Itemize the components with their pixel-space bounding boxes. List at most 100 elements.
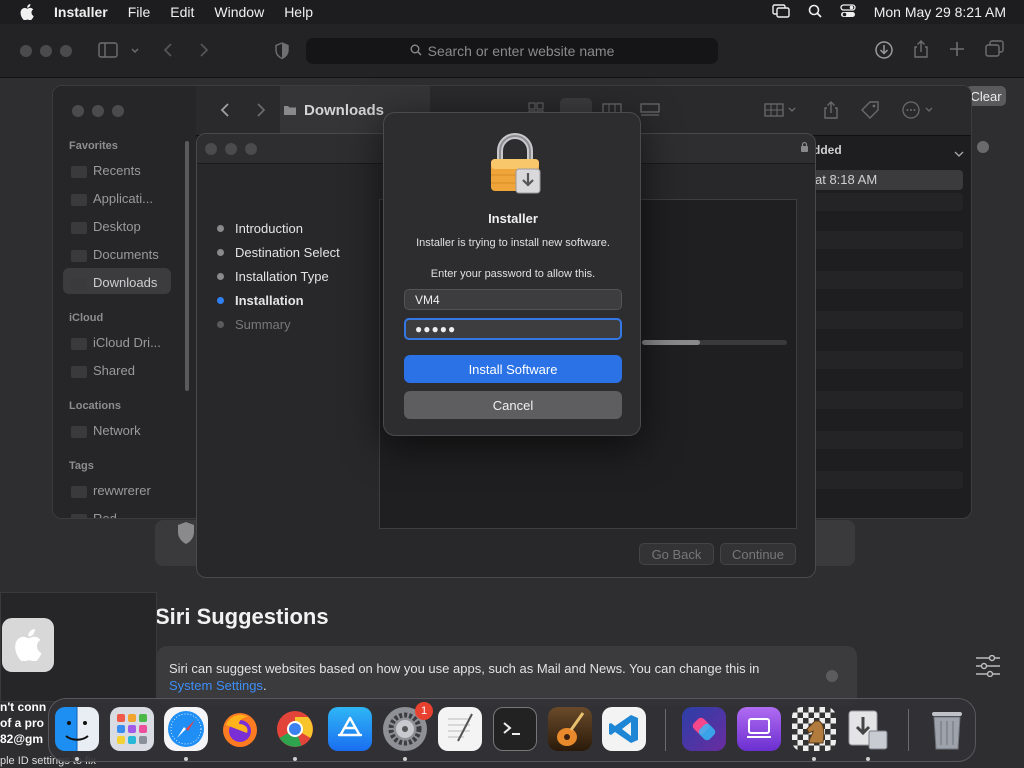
- apple-configurator-dock-icon[interactable]: [737, 707, 781, 751]
- system-settings-link[interactable]: System Settings: [169, 678, 263, 693]
- username-field[interactable]: VM4: [404, 289, 622, 310]
- step-indicator-active: [217, 297, 224, 304]
- new-tab-plus-icon[interactable]: [948, 40, 966, 61]
- date-added-column-header[interactable]: dded: [813, 143, 842, 157]
- auth-dialog-prompt: Enter your password to allow this.: [430, 268, 596, 280]
- install-software-button[interactable]: Install Software: [404, 355, 622, 383]
- menu-file[interactable]: File: [128, 4, 151, 20]
- terminal-dock-icon[interactable]: [493, 707, 537, 751]
- safari-minimize-button[interactable]: [40, 45, 52, 57]
- sidebar-item-shared[interactable]: Shared: [93, 363, 135, 378]
- file-row[interactable]: [805, 311, 963, 329]
- apple-menu-icon[interactable]: [20, 4, 34, 20]
- menu-help[interactable]: Help: [284, 4, 313, 20]
- share-icon[interactable]: [912, 39, 930, 62]
- cloud-icon: [71, 338, 87, 350]
- finder-share-icon[interactable]: [823, 100, 839, 123]
- sidebar-section-locations: Locations: [69, 400, 121, 412]
- menu-clock[interactable]: Mon May 29 8:21 AM: [874, 4, 1006, 20]
- finder-dock-icon[interactable]: [55, 707, 99, 751]
- step-installation: Installation: [235, 293, 304, 308]
- chess-dock-icon[interactable]: [792, 707, 836, 751]
- search-clear-icon[interactable]: [977, 141, 989, 153]
- customize-start-page-icon[interactable]: [975, 654, 1001, 678]
- gallery-view-icon[interactable]: [640, 103, 660, 120]
- installer-zoom-button[interactable]: [245, 143, 257, 155]
- clear-button[interactable]: Clear: [966, 86, 1006, 106]
- file-row[interactable]: [805, 471, 963, 489]
- step-indicator: [217, 321, 224, 328]
- tag-red-icon: [71, 514, 87, 518]
- launchpad-dock-icon[interactable]: [110, 707, 154, 751]
- sidebar-item-tag-red[interactable]: Red: [93, 511, 117, 518]
- sidebar-item-documents[interactable]: Documents: [93, 247, 159, 262]
- installer-minimize-button[interactable]: [225, 143, 237, 155]
- go-back-button[interactable]: Go Back: [639, 543, 714, 565]
- privacy-report-shield-icon: [176, 521, 196, 550]
- sidebar-item-network[interactable]: Network: [93, 423, 141, 438]
- auth-dialog-title: Installer: [488, 211, 538, 226]
- sidebar-scrollbar[interactable]: [185, 141, 189, 391]
- password-field[interactable]: ●●●●●: [404, 318, 622, 340]
- safari-zoom-button[interactable]: [60, 45, 72, 57]
- control-center-icon[interactable]: [840, 3, 856, 21]
- file-row[interactable]: [805, 271, 963, 289]
- finder-close-button[interactable]: [72, 105, 84, 117]
- textedit-dock-icon[interactable]: [438, 707, 482, 751]
- chrome-dock-icon[interactable]: [273, 707, 317, 751]
- step-indicator: [217, 273, 224, 280]
- trash-dock-icon[interactable]: [925, 707, 969, 751]
- safari-close-button[interactable]: [20, 45, 32, 57]
- privacy-shield-icon[interactable]: [274, 42, 290, 63]
- sidebar-item-tag-rewwrerer[interactable]: rewwrerer: [93, 483, 151, 498]
- sidebar-item-applications[interactable]: Applicati...: [93, 191, 153, 206]
- downloads-icon[interactable]: [874, 40, 894, 63]
- finder-minimize-button[interactable]: [92, 105, 104, 117]
- sidebar-item-icloud-drive[interactable]: iCloud Dri...: [93, 335, 161, 350]
- continue-button[interactable]: Continue: [720, 543, 796, 565]
- finder-zoom-button[interactable]: [112, 105, 124, 117]
- sidebar-item-desktop[interactable]: Desktop: [93, 219, 141, 234]
- more-actions-icon[interactable]: [902, 101, 936, 122]
- file-row-selected[interactable]: at 8:18 AM: [805, 170, 963, 190]
- step-indicator: [217, 225, 224, 232]
- file-row[interactable]: [805, 431, 963, 449]
- dismiss-suggestion-icon[interactable]: [826, 670, 838, 682]
- file-row-date: at 8:18 AM: [815, 172, 878, 187]
- lock-icon: [800, 141, 809, 156]
- finder-forward-icon[interactable]: [256, 102, 266, 121]
- sidebar-item-recents[interactable]: Recents: [93, 163, 141, 178]
- safari-dock-icon[interactable]: [164, 707, 208, 751]
- sidebar-item-downloads[interactable]: Downloads: [93, 275, 157, 290]
- chevron-down-icon[interactable]: [130, 44, 140, 59]
- firefox-dock-icon[interactable]: [218, 707, 262, 751]
- safari-address-bar[interactable]: Search or enter website name: [306, 38, 718, 64]
- notification-badge: 1: [415, 702, 433, 720]
- shortcuts-dock-icon[interactable]: [682, 707, 726, 751]
- file-row[interactable]: [805, 391, 963, 409]
- file-row[interactable]: [805, 351, 963, 369]
- sidebar-toggle-icon[interactable]: [98, 42, 120, 61]
- spotlight-search-icon[interactable]: [808, 4, 822, 21]
- installer-dock-icon[interactable]: [846, 707, 890, 751]
- dock: 1: [48, 698, 976, 762]
- menu-app-name[interactable]: Installer: [54, 4, 108, 20]
- vscode-dock-icon[interactable]: [602, 707, 646, 751]
- cancel-button[interactable]: Cancel: [404, 391, 622, 419]
- file-row[interactable]: [805, 231, 963, 249]
- forward-arrow-icon[interactable]: [198, 42, 210, 61]
- garageband-dock-icon[interactable]: [548, 707, 592, 751]
- back-arrow-icon[interactable]: [162, 42, 174, 61]
- screen-mirroring-icon[interactable]: [772, 3, 790, 21]
- tab-overview-icon[interactable]: [985, 40, 1005, 61]
- file-row[interactable]: [805, 193, 963, 211]
- menu-window[interactable]: Window: [214, 4, 264, 20]
- app-store-dock-icon[interactable]: [328, 707, 372, 751]
- installer-close-button[interactable]: [205, 143, 217, 155]
- step-summary: Summary: [235, 317, 291, 332]
- finder-back-icon[interactable]: [220, 102, 230, 121]
- menu-edit[interactable]: Edit: [170, 4, 194, 20]
- column-sort-chevron-icon[interactable]: [954, 146, 964, 161]
- tag-action-icon[interactable]: [860, 100, 880, 123]
- group-by-icon[interactable]: [764, 102, 798, 121]
